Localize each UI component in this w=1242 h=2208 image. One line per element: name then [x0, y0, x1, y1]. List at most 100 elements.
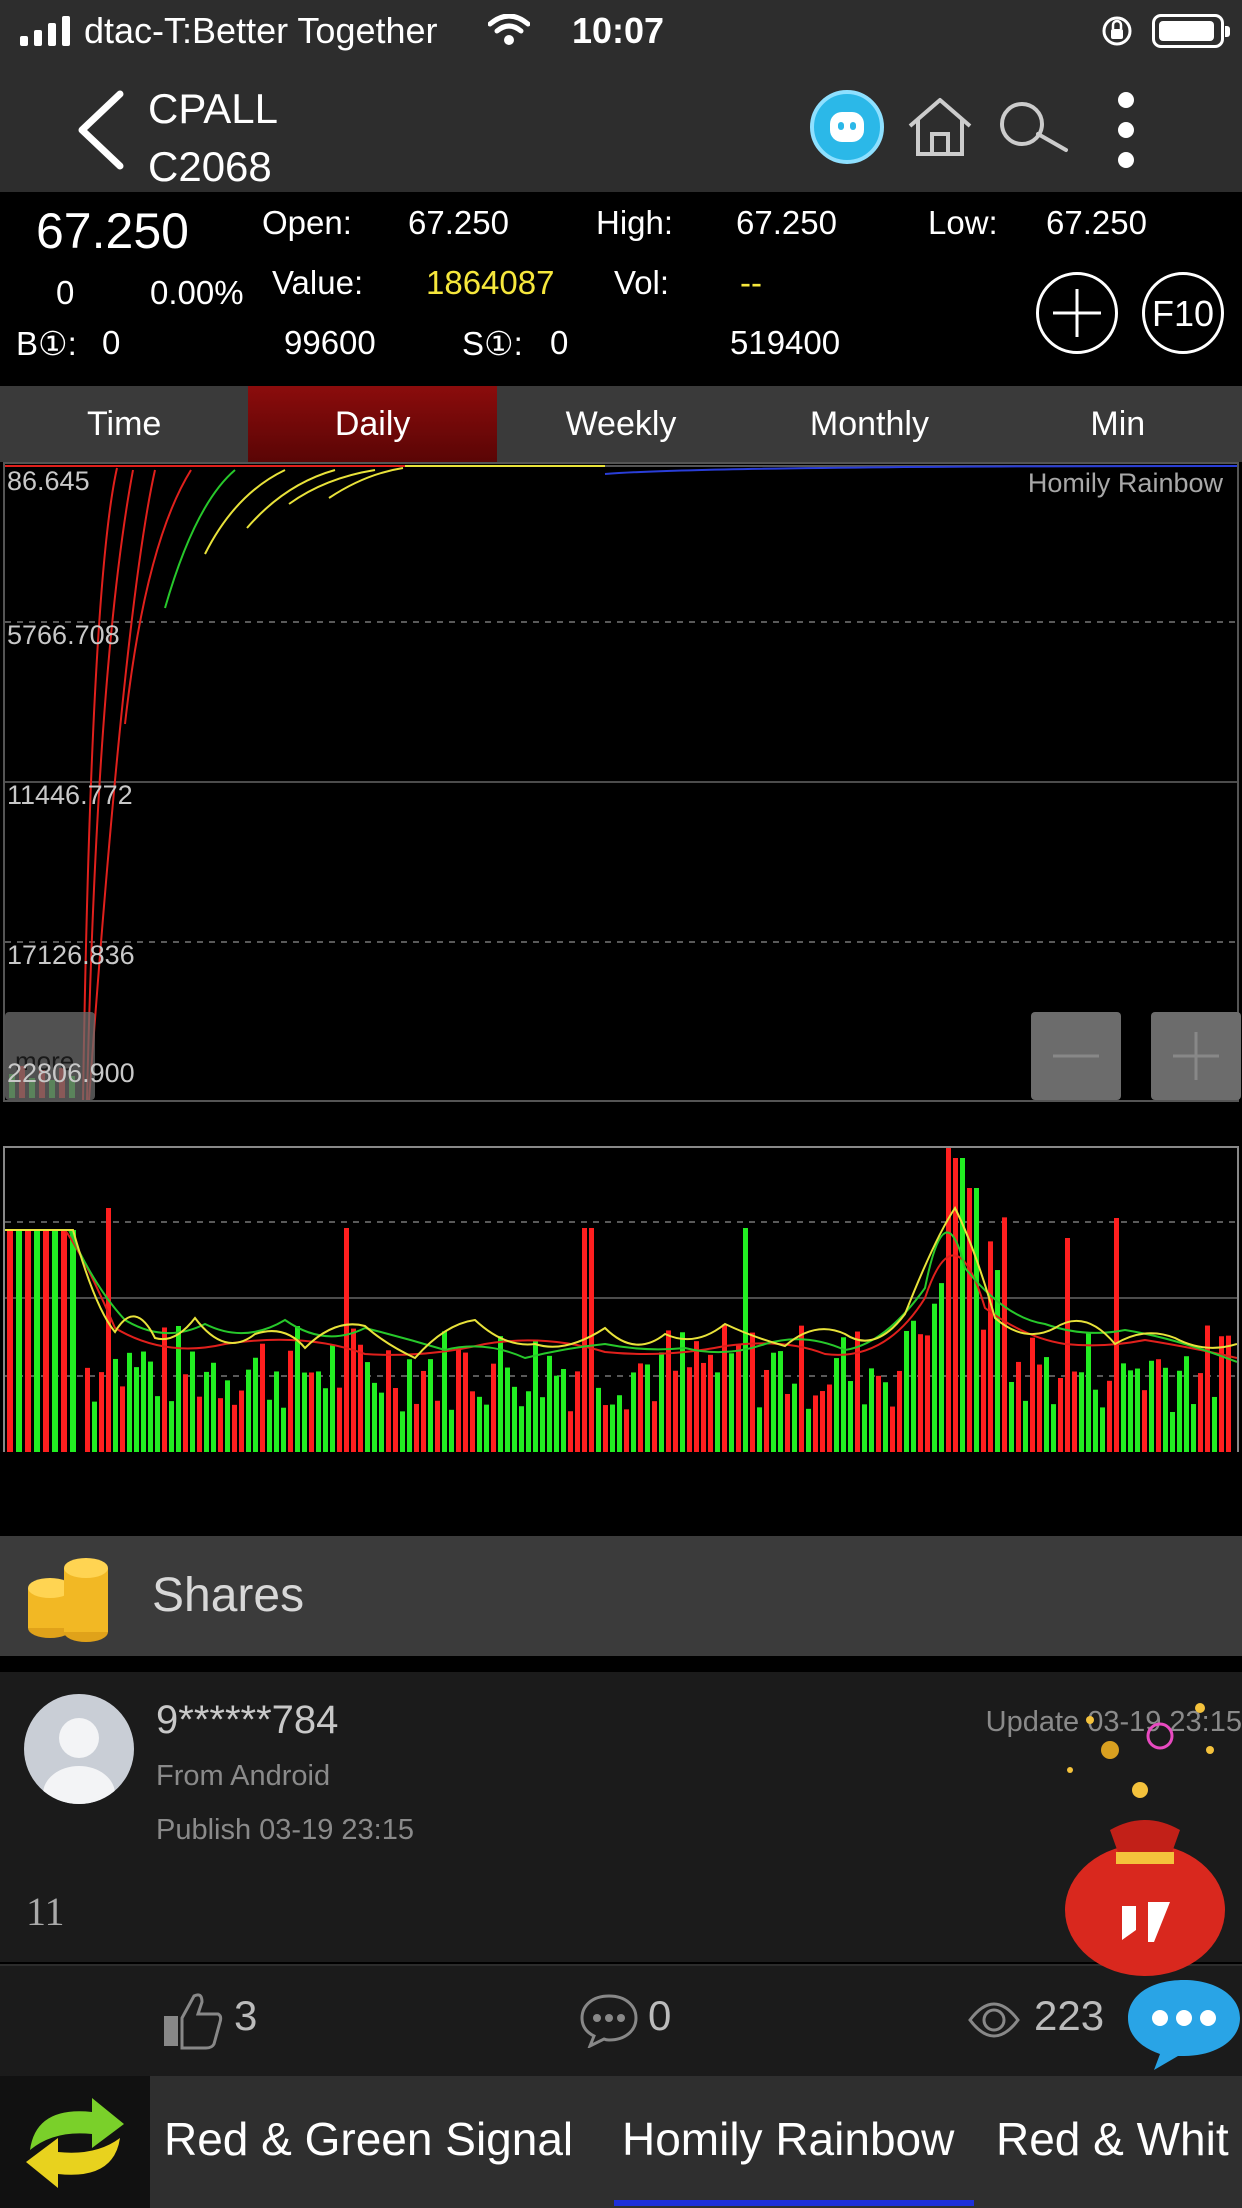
- volume-bar: [330, 1345, 335, 1452]
- volume-bar: [603, 1405, 608, 1452]
- volume-bar: [568, 1411, 573, 1452]
- zoom-in-button[interactable]: [1151, 1012, 1241, 1100]
- chat-bubble-button[interactable]: [1124, 1974, 1242, 2072]
- avatar[interactable]: [24, 1694, 134, 1804]
- volume-bar: [1205, 1325, 1210, 1452]
- volume-bar: [421, 1370, 426, 1452]
- volume-bar: [820, 1391, 825, 1452]
- view-count: 223: [1034, 1992, 1105, 2039]
- volume-bar: [1191, 1404, 1196, 1452]
- volume-bar: [484, 1404, 489, 1452]
- price-chart[interactable]: 86.645 5766.708 11446.772 17126.836 Homi…: [3, 462, 1241, 1102]
- volume-bar: [43, 1230, 49, 1452]
- y-axis-label: 17126.836: [7, 940, 135, 970]
- comment-icon[interactable]: [578, 1992, 640, 2048]
- volume-bar: [337, 1387, 342, 1452]
- volume-bar: [1044, 1357, 1049, 1452]
- volume-bar: [176, 1325, 181, 1452]
- home-icon[interactable]: [906, 96, 974, 158]
- volume-bar: [197, 1396, 202, 1452]
- volume-bar: [232, 1404, 237, 1452]
- coins-icon: [28, 1558, 108, 1642]
- tab-daily[interactable]: Daily: [248, 386, 497, 462]
- volume-bar: [113, 1358, 118, 1452]
- volume-bar: [52, 1230, 58, 1452]
- volume-bar: [715, 1372, 720, 1452]
- tab-weekly[interactable]: Weekly: [497, 386, 745, 462]
- f10-button[interactable]: F10: [1142, 272, 1224, 354]
- volume-bar: [61, 1230, 67, 1452]
- post-publish-time: Publish 03-19 23:15: [156, 1814, 414, 1846]
- volume-bar: [729, 1353, 734, 1452]
- thumbs-up-icon[interactable]: [162, 1990, 224, 2050]
- indicator-tab-red-white[interactable]: Red & Whit: [996, 2112, 1229, 2166]
- robot-assistant-button[interactable]: [810, 90, 884, 164]
- volume-bar: [995, 1270, 1000, 1452]
- shares-title: Shares: [152, 1569, 305, 1622]
- indicator-tab-homily-rainbow[interactable]: Homily Rainbow: [622, 2112, 954, 2166]
- volume-bar: [1198, 1373, 1203, 1452]
- volume-bar: [141, 1351, 146, 1452]
- volume-bar: [25, 1230, 31, 1452]
- volume-bar: [260, 1343, 265, 1452]
- volume-bar: [344, 1228, 349, 1452]
- back-button[interactable]: [70, 90, 130, 170]
- swap-arrows-icon: [26, 2098, 124, 2188]
- add-watchlist-button[interactable]: [1036, 272, 1118, 354]
- volume-bar: [694, 1341, 699, 1452]
- volume-bar: [372, 1382, 377, 1452]
- volume-bar: [393, 1387, 398, 1452]
- post-source: From Android: [156, 1760, 331, 1792]
- clock: 10:07: [572, 10, 665, 51]
- tab-monthly[interactable]: Monthly: [745, 386, 993, 462]
- bid-label: B①:: [16, 325, 77, 362]
- volume-bar: [470, 1391, 475, 1452]
- volume-bar: [624, 1409, 629, 1452]
- volume-bar: [834, 1358, 839, 1452]
- volume-bar: [617, 1395, 622, 1452]
- more-menu-button[interactable]: [1112, 90, 1140, 170]
- post-username[interactable]: 9******784: [156, 1698, 338, 1743]
- tab-time[interactable]: Time: [0, 386, 248, 462]
- volume-bar: [1135, 1368, 1140, 1452]
- volume-bar: [799, 1325, 804, 1452]
- shares-header: Shares: [0, 1536, 1242, 1656]
- volume-bar: [645, 1364, 650, 1452]
- volume-bar: [1177, 1370, 1182, 1452]
- volume-bar: [148, 1361, 153, 1452]
- low-label: Low:: [928, 204, 998, 241]
- indicator-tab-red-green[interactable]: Red & Green Signal: [164, 2112, 573, 2166]
- volume-bar: [1142, 1390, 1147, 1452]
- volume-bar: [1016, 1361, 1021, 1452]
- search-icon[interactable]: [996, 100, 1070, 156]
- volume-bar: [1100, 1407, 1105, 1452]
- volume-bar: [1037, 1364, 1042, 1452]
- volume-bar: [953, 1158, 958, 1452]
- volume-bar: [554, 1375, 559, 1452]
- volume-bar: [792, 1383, 797, 1452]
- volume-bar: [757, 1407, 762, 1452]
- volume-bar: [1170, 1411, 1175, 1452]
- volume-bar: [946, 1148, 951, 1452]
- switch-indicator-button[interactable]: [0, 2076, 150, 2208]
- last-price: 67.250: [36, 203, 189, 259]
- price-change-pct: 0.00%: [150, 274, 244, 311]
- volume-bar: [764, 1369, 769, 1452]
- price-change: 0: [56, 274, 75, 311]
- volume-bar: [246, 1369, 251, 1452]
- volume-bar: [974, 1188, 979, 1452]
- red-envelope-promo-icon[interactable]: [1050, 1680, 1236, 1976]
- zoom-out-button[interactable]: [1031, 1012, 1121, 1100]
- signal-icon: [20, 16, 70, 46]
- volume-bar: [274, 1371, 279, 1452]
- volume-bar: [1002, 1217, 1007, 1452]
- f10-label: F10: [1151, 293, 1215, 334]
- rainbow-line-yellow: [246, 469, 336, 529]
- volume-bar: [883, 1382, 888, 1452]
- like-count: 3: [234, 1992, 258, 2039]
- vol-label: Vol:: [614, 264, 670, 301]
- price-chart-canvas: [5, 465, 1237, 1100]
- tab-min[interactable]: Min: [994, 386, 1242, 462]
- volume-chart[interactable]: [3, 1146, 1239, 1452]
- nav-bar: CPALL C2068: [0, 62, 1242, 192]
